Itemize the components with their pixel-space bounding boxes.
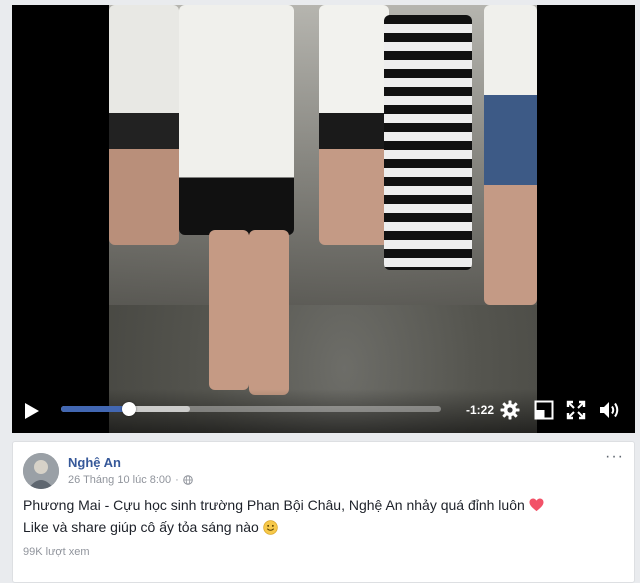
avatar-image	[23, 453, 59, 489]
time-remaining: -1:22	[466, 403, 495, 417]
more-options-button[interactable]: ···	[605, 448, 624, 466]
post-card: Nghệ An 26 Tháng 10 lúc 8:00 · ··· Phươn…	[12, 441, 635, 583]
post-text-line-2: Like và share giúp cô ấy tỏa sáng nào	[23, 519, 278, 535]
video-figure	[319, 5, 389, 245]
video-frame[interactable]	[109, 5, 537, 433]
video-figure	[484, 5, 537, 305]
video-player[interactable]	[12, 5, 635, 433]
pip-icon[interactable]	[534, 400, 554, 420]
play-icon[interactable]	[24, 402, 40, 420]
heart-icon	[529, 498, 544, 512]
globe-icon	[183, 475, 193, 485]
video-figure	[109, 5, 179, 245]
post-text-line-1: Phương Mai - Cựu học sinh trường Phan Bộ…	[23, 497, 544, 513]
fullscreen-icon[interactable]	[566, 400, 586, 420]
post-timestamp[interactable]: 26 Tháng 10 lúc 8:00	[68, 474, 171, 486]
author-name[interactable]: Nghệ An	[68, 455, 121, 470]
progress-track[interactable]	[61, 402, 441, 416]
post-text: Like và share giúp cô ấy tỏa sáng nào	[23, 519, 259, 535]
smile-icon	[263, 519, 278, 535]
volume-icon[interactable]	[599, 400, 621, 420]
video-figure	[249, 230, 289, 395]
settings-icon[interactable]	[500, 400, 520, 420]
post-meta: 26 Tháng 10 lúc 8:00 ·	[68, 474, 193, 486]
avatar[interactable]	[23, 453, 59, 489]
view-count: 99K lượt xem	[23, 546, 90, 558]
video-figure	[179, 5, 294, 235]
video-figure	[209, 230, 249, 390]
post-text: Phương Mai - Cựu học sinh trường Phan Bộ…	[23, 497, 525, 513]
progress-played	[61, 406, 130, 412]
meta-separator: ·	[175, 474, 179, 486]
video-figure	[384, 15, 472, 270]
